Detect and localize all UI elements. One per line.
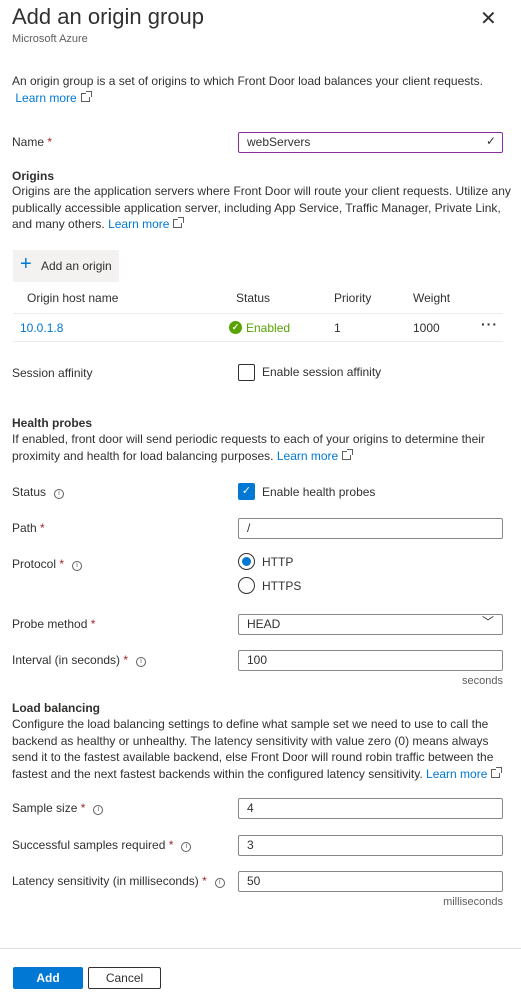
origin-host-link[interactable]: 10.0.1.8 [20, 321, 63, 335]
latency-label: Latency sensitivity (in milliseconds) * i [12, 874, 225, 888]
info-icon: i [181, 842, 192, 852]
close-icon[interactable]: ✕ [480, 6, 497, 31]
session-affinity-label: Session affinity [12, 366, 93, 380]
more-options-icon[interactable]: ··· [481, 316, 498, 332]
session-affinity-checkbox-label: Enable session affinity [262, 365, 382, 379]
path-input[interactable]: / [238, 518, 503, 539]
radio-http-label: HTTP [262, 555, 294, 569]
origins-learn-more-link[interactable]: Learn more [108, 217, 169, 231]
page-title: Add an origin group [12, 4, 205, 29]
cancel-button[interactable]: Cancel [88, 967, 161, 989]
radio-http[interactable] [238, 553, 255, 570]
info-icon: i [72, 561, 83, 571]
page-subtitle: Microsoft Azure [12, 33, 88, 45]
enable-health-probes-label: Enable health probes [262, 485, 376, 499]
intro-text: An origin group is a set of origins to w… [12, 73, 512, 106]
info-icon: i [93, 805, 104, 815]
successful-samples-label: Successful samples required * i [12, 838, 192, 852]
enable-health-probes-checkbox[interactable]: ✓ [238, 483, 255, 500]
origins-heading: Origins [12, 169, 55, 183]
column-header-priority: Priority [334, 291, 372, 305]
name-label: Name * [12, 135, 53, 149]
probe-method-label: Probe method * [12, 617, 96, 631]
weight-value: 1000 [413, 321, 440, 335]
external-link-icon [80, 90, 92, 102]
protocol-label: Protocol * i [12, 557, 83, 571]
latency-unit: milliseconds [443, 896, 503, 908]
info-icon: i [214, 878, 225, 888]
health-learn-more-link[interactable]: Learn more [277, 449, 338, 463]
add-button[interactable]: Add [13, 967, 83, 989]
name-input[interactable]: webServers ✓ [238, 132, 503, 153]
latency-input[interactable]: 50 [238, 871, 503, 892]
interval-label: Interval (in seconds) * i [12, 653, 147, 667]
load-learn-more-link[interactable]: Learn more [426, 767, 487, 781]
check-circle-icon: ✓ [229, 321, 242, 334]
column-header-status: Status [236, 291, 271, 305]
sample-size-label: Sample size * i [12, 801, 104, 815]
chevron-down-icon: ﹀ [481, 615, 494, 629]
column-header-host: Origin host name [27, 291, 119, 305]
health-probes-heading: Health probes [12, 416, 93, 430]
sample-size-input[interactable]: 4 [238, 798, 503, 819]
priority-value: 1 [334, 321, 341, 335]
load-balancing-text: Configure the load balancing settings to… [12, 716, 512, 782]
plus-icon: + [20, 253, 32, 275]
origins-text: Origins are the application servers wher… [12, 184, 511, 231]
status-label: Status i [12, 485, 65, 499]
load-balancing-heading: Load balancing [12, 701, 101, 715]
successful-samples-input[interactable]: 3 [238, 835, 503, 856]
column-header-weight: Weight [413, 291, 451, 305]
add-origin-button[interactable]: + Add an origin [13, 250, 119, 282]
external-link-icon [342, 448, 354, 460]
intro-learn-more-link[interactable]: Learn more [15, 91, 76, 105]
info-icon: i [136, 657, 147, 667]
interval-input[interactable]: 100 [238, 650, 503, 671]
interval-unit: seconds [462, 675, 503, 687]
path-label: Path * [12, 521, 45, 535]
status-badge: Enabled [246, 321, 291, 335]
footer-divider [0, 948, 521, 949]
table-row: 10.0.1.8 ✓ Enabled 1 1000 ··· [13, 314, 503, 342]
info-icon: i [54, 489, 65, 499]
external-link-icon [173, 217, 185, 228]
checkmark-icon: ✓ [485, 134, 496, 148]
radio-https-label: HTTPS [262, 579, 302, 593]
intro-description: An origin group is a set of origins to w… [12, 74, 483, 88]
radio-https[interactable] [238, 577, 255, 594]
external-link-icon [491, 766, 503, 778]
session-affinity-checkbox[interactable] [238, 364, 255, 381]
probe-method-dropdown[interactable]: HEAD ﹀ [238, 614, 503, 635]
health-probes-text: If enabled, front door will send periodi… [12, 432, 485, 463]
